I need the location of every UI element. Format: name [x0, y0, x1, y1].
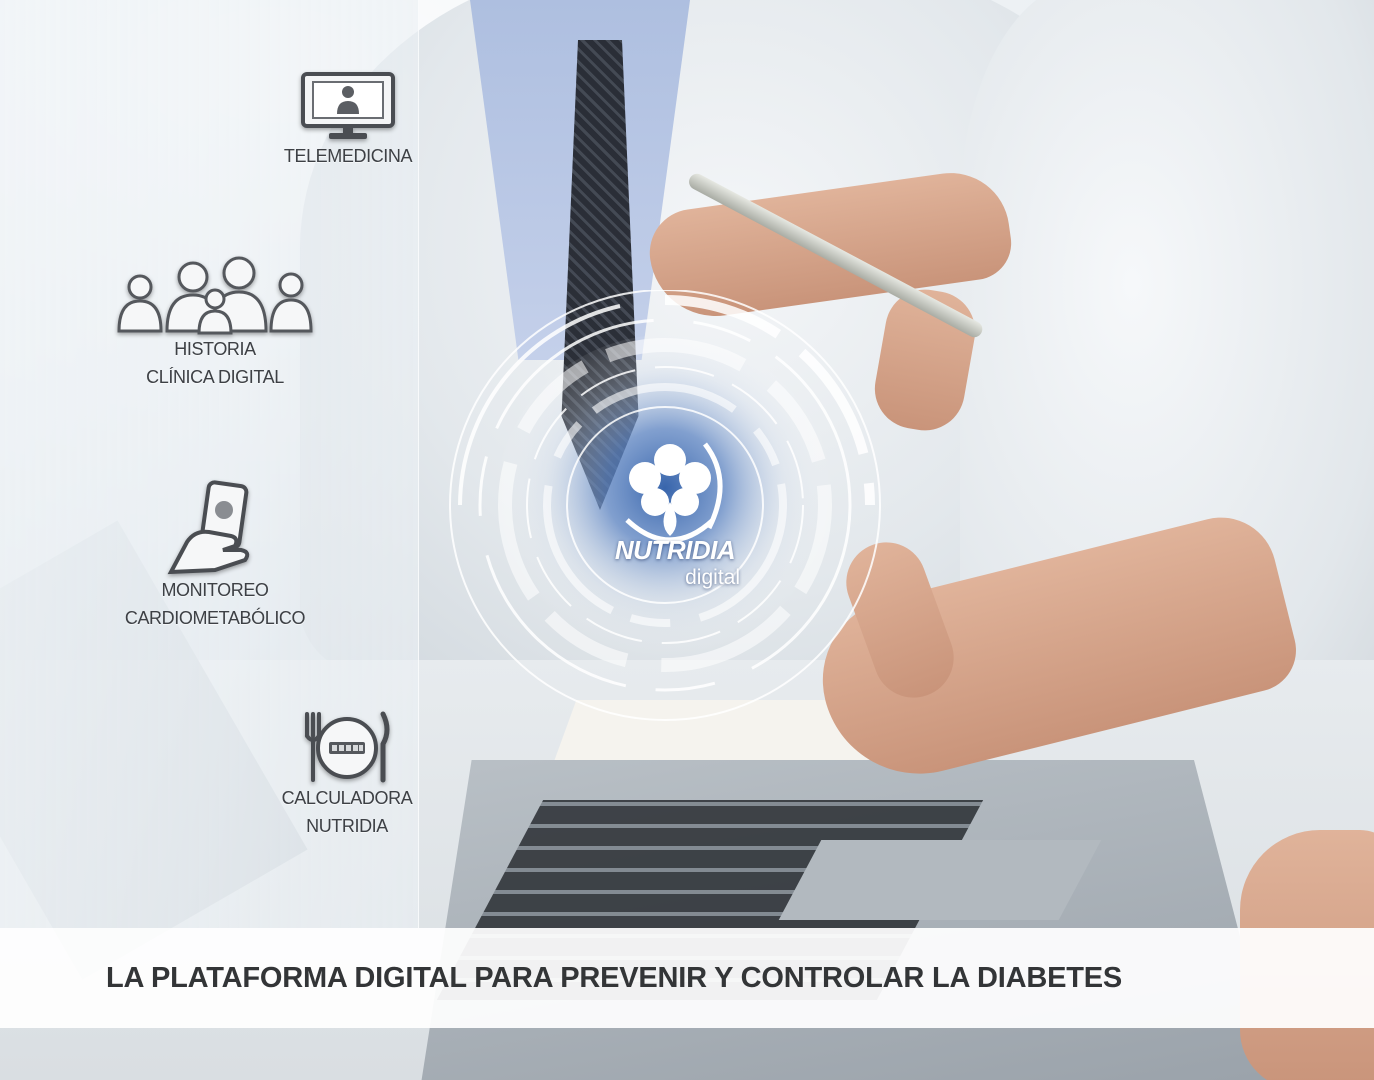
feature-label-line: TELEMEDICINA	[283, 146, 413, 166]
feature-historia-clinica: HISTORIA CLÍNICA DIGITAL	[100, 255, 330, 391]
feature-label-line: CALCULADORA	[281, 788, 413, 808]
feature-label: MONITOREO CARDIOMETABÓLICO	[110, 576, 320, 632]
telemedicine-monitor-icon	[268, 70, 428, 142]
feature-label-line: CARDIOMETABÓLICO	[124, 608, 306, 628]
tagline-banner: LA PLATAFORMA DIGITAL PARA PREVENIR Y CO…	[0, 928, 1374, 1028]
feature-label: CALCULADORA NUTRIDIA	[262, 784, 432, 840]
tagline: LA PLATAFORMA DIGITAL PARA PREVENIR Y CO…	[105, 961, 1123, 994]
plate-cutlery-icon	[262, 710, 432, 784]
feature-label-line: NUTRIDIA	[306, 816, 388, 836]
feature-telemedicina: TELEMEDICINA	[268, 70, 428, 170]
feature-calculadora: CALCULADORA NUTRIDIA	[262, 710, 432, 840]
feature-label-line: CLÍNICA DIGITAL	[146, 367, 284, 387]
laptop-trackpad	[778, 840, 1102, 920]
feature-label: HISTORIA CLÍNICA DIGITAL	[100, 335, 330, 391]
nutridia-logo-rings	[430, 290, 900, 760]
patients-group-icon	[100, 255, 330, 335]
feature-label: TELEMEDICINA	[268, 142, 428, 170]
brand-name: NUTRIDIA	[614, 535, 736, 565]
feature-label-line: MONITOREO	[161, 580, 269, 600]
feature-monitoreo: MONITOREO CARDIOMETABÓLICO	[110, 480, 320, 632]
brand-subtitle: digital	[685, 566, 740, 589]
feature-label-line: HISTORIA	[174, 339, 256, 359]
hand-phone-icon	[110, 480, 320, 576]
